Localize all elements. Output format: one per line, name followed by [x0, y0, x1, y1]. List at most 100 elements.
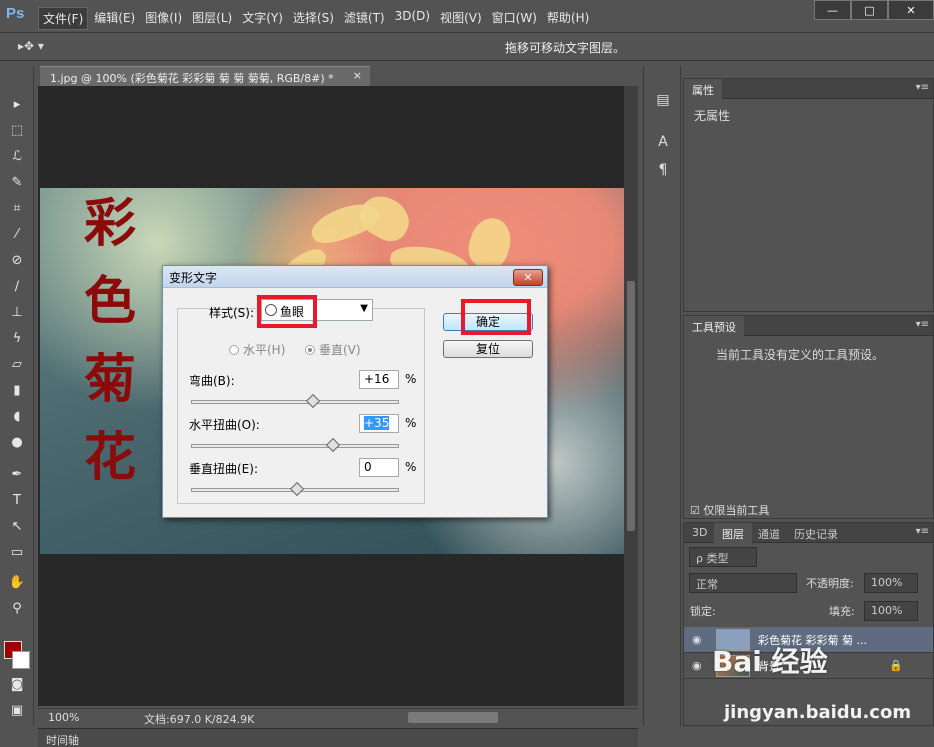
quick-select-icon[interactable]: ✎: [7, 174, 27, 192]
tab-3d[interactable]: 3D: [684, 523, 715, 543]
fill-input[interactable]: 100%: [864, 601, 918, 621]
reset-button[interactable]: 复位: [443, 340, 533, 358]
menu-items: 文件(F) 编辑(E) 图像(I) 图层(L) 文字(Y) 选择(S) 滤镜(T…: [38, 7, 593, 30]
background-color[interactable]: [12, 651, 30, 669]
dialog-close-button[interactable]: ✕: [513, 269, 543, 286]
lock-icon: 🔒: [889, 659, 903, 672]
tab-layers[interactable]: 图层: [714, 523, 752, 543]
screen-mode-icon[interactable]: ▣: [7, 702, 27, 720]
panel-menu-icon[interactable]: ▾≡: [916, 526, 929, 537]
horizontal-radio[interactable]: [229, 345, 239, 355]
crop-icon[interactable]: ⌗: [7, 200, 27, 218]
minimize-button[interactable]: —: [814, 0, 851, 20]
layer-filter-dropdown[interactable]: ρ 类型: [689, 547, 757, 567]
tool-presets-body: 当前工具没有定义的工具预设。: [716, 348, 885, 362]
text-char-3: 菊: [83, 349, 136, 410]
maximize-button[interactable]: □: [851, 0, 888, 20]
menu-help[interactable]: 帮助(H): [543, 7, 593, 30]
healing-icon[interactable]: ⊘: [7, 252, 27, 270]
zoom-level[interactable]: 100%: [48, 711, 79, 724]
dodge-icon[interactable]: ●: [7, 434, 27, 452]
horizontal-scroll-thumb[interactable]: [408, 712, 498, 723]
scroll-thumb[interactable]: [627, 281, 635, 531]
panel-menu-icon[interactable]: ▾≡: [916, 319, 929, 330]
document-tab[interactable]: 1.jpg @ 100% (彩色菊花 彩彩菊 菊 菊 菊菊, RGB/8#) *…: [40, 66, 370, 86]
chevron-down-icon: ▼: [360, 303, 368, 314]
warp-text-dialog: 变形文字 ✕ 样式(S): 鱼眼 ▼ 水平(H) 垂直(V) 弯曲(B): +1…: [162, 265, 548, 518]
dialog-title: 变形文字: [163, 266, 547, 288]
watermark-url: jingyan.baidu.com: [724, 702, 912, 723]
layers-panel: 3D 图层 通道 历史记录 ▾≡ ρ 类型 正常 不透明度: 100% 锁定: …: [683, 522, 934, 726]
tab-properties[interactable]: 属性: [684, 79, 722, 99]
marquee-icon[interactable]: ⬚: [7, 122, 27, 140]
hand-icon[interactable]: ✋: [7, 574, 27, 592]
zoom-icon[interactable]: ⚲: [7, 600, 27, 618]
history-brush-icon[interactable]: ϟ: [7, 330, 27, 348]
vdistort-percent: %: [405, 460, 417, 474]
opacity-input[interactable]: 100%: [864, 573, 918, 593]
eye-icon[interactable]: ◉: [692, 633, 702, 646]
panel-dock: ▤ A ¶: [643, 66, 681, 726]
text-char-4: 花: [83, 427, 136, 488]
fill-label: 填充:: [829, 605, 855, 618]
menu-file[interactable]: 文件(F): [38, 7, 89, 30]
paragraph-icon[interactable]: ¶: [654, 162, 672, 180]
hdistort-input[interactable]: +35: [359, 414, 399, 433]
menu-bar: Ps 文件(F) 编辑(E) 图像(I) 图层(L) 文字(Y) 选择(S) 滤…: [0, 0, 934, 33]
quick-mask-icon[interactable]: ◙: [7, 676, 27, 694]
current-tool-only-checkbox[interactable]: ☑ 仅限当前工具: [690, 502, 769, 518]
eyedropper-icon[interactable]: ⁄: [7, 226, 27, 244]
window-controls: — □ ✕: [814, 0, 934, 20]
menu-select[interactable]: 选择(S): [289, 7, 338, 30]
vdistort-slider[interactable]: [191, 481, 399, 497]
menu-layer[interactable]: 图层(L): [188, 7, 236, 30]
properties-body: 无属性: [694, 109, 731, 123]
menu-image[interactable]: 图像(I): [141, 7, 186, 30]
bend-slider[interactable]: [191, 393, 399, 409]
menu-type[interactable]: 文字(Y): [238, 7, 287, 30]
blend-mode-dropdown[interactable]: 正常: [689, 573, 797, 593]
pen-icon[interactable]: ✒: [7, 466, 27, 484]
timeline-panel[interactable]: 时间轴: [38, 728, 638, 747]
bend-input[interactable]: +16: [359, 370, 399, 389]
vertical-radio[interactable]: [305, 345, 315, 355]
move-icon[interactable]: ▸: [7, 96, 27, 114]
menu-view[interactable]: 视图(V): [436, 7, 486, 30]
vertical-scrollbar[interactable]: [624, 86, 638, 706]
doc-info[interactable]: 文档:697.0 K/824.9K: [144, 711, 254, 727]
vdistort-input[interactable]: 0: [359, 458, 399, 477]
vertical-label: 垂直(V): [319, 343, 361, 357]
hdistort-percent: %: [405, 416, 417, 430]
tab-close-icon[interactable]: ×: [353, 69, 362, 82]
tab-channels[interactable]: 通道: [750, 523, 788, 543]
character-icon[interactable]: A: [654, 134, 672, 152]
eraser-icon[interactable]: ▱: [7, 356, 27, 374]
move-tool-icon[interactable]: ▸✥ ▾: [18, 39, 44, 53]
history-icon[interactable]: ▤: [654, 92, 672, 110]
menu-3d[interactable]: 3D(D): [391, 7, 434, 30]
menu-window[interactable]: 窗口(W): [488, 7, 541, 30]
rectangle-icon[interactable]: ▭: [7, 544, 27, 562]
tab-tool-presets[interactable]: 工具预设: [684, 316, 744, 336]
warped-text-layer[interactable]: 彩 色 菊 花: [80, 185, 140, 497]
ps-logo: Ps: [6, 5, 25, 22]
brush-icon[interactable]: ∕: [7, 278, 27, 296]
hdistort-slider[interactable]: [191, 437, 399, 453]
path-select-icon[interactable]: ↖: [7, 518, 27, 536]
lasso-icon[interactable]: ℒ: [7, 148, 27, 166]
document-title: 1.jpg @ 100% (彩色菊花 彩彩菊 菊 菊 菊菊, RGB/8#) *: [50, 72, 334, 85]
menu-filter[interactable]: 滤镜(T): [340, 7, 389, 30]
eye-icon[interactable]: ◉: [692, 659, 702, 672]
gradient-icon[interactable]: ▮: [7, 382, 27, 400]
tab-history[interactable]: 历史记录: [786, 523, 846, 543]
options-bar: ▸✥ ▾ 拖移可移动文字图层。: [0, 33, 934, 61]
stamp-icon[interactable]: ⊥: [7, 304, 27, 322]
close-button[interactable]: ✕: [888, 0, 934, 20]
style-label: 样式(S):: [209, 306, 255, 320]
type-icon[interactable]: T: [7, 492, 27, 510]
options-hint: 拖移可移动文字图层。: [505, 41, 626, 55]
blur-icon[interactable]: ◖: [7, 408, 27, 426]
panel-menu-icon[interactable]: ▾≡: [916, 82, 929, 93]
menu-edit[interactable]: 编辑(E): [90, 7, 139, 30]
properties-panel: 属性 ▾≡ 无属性: [683, 78, 934, 312]
